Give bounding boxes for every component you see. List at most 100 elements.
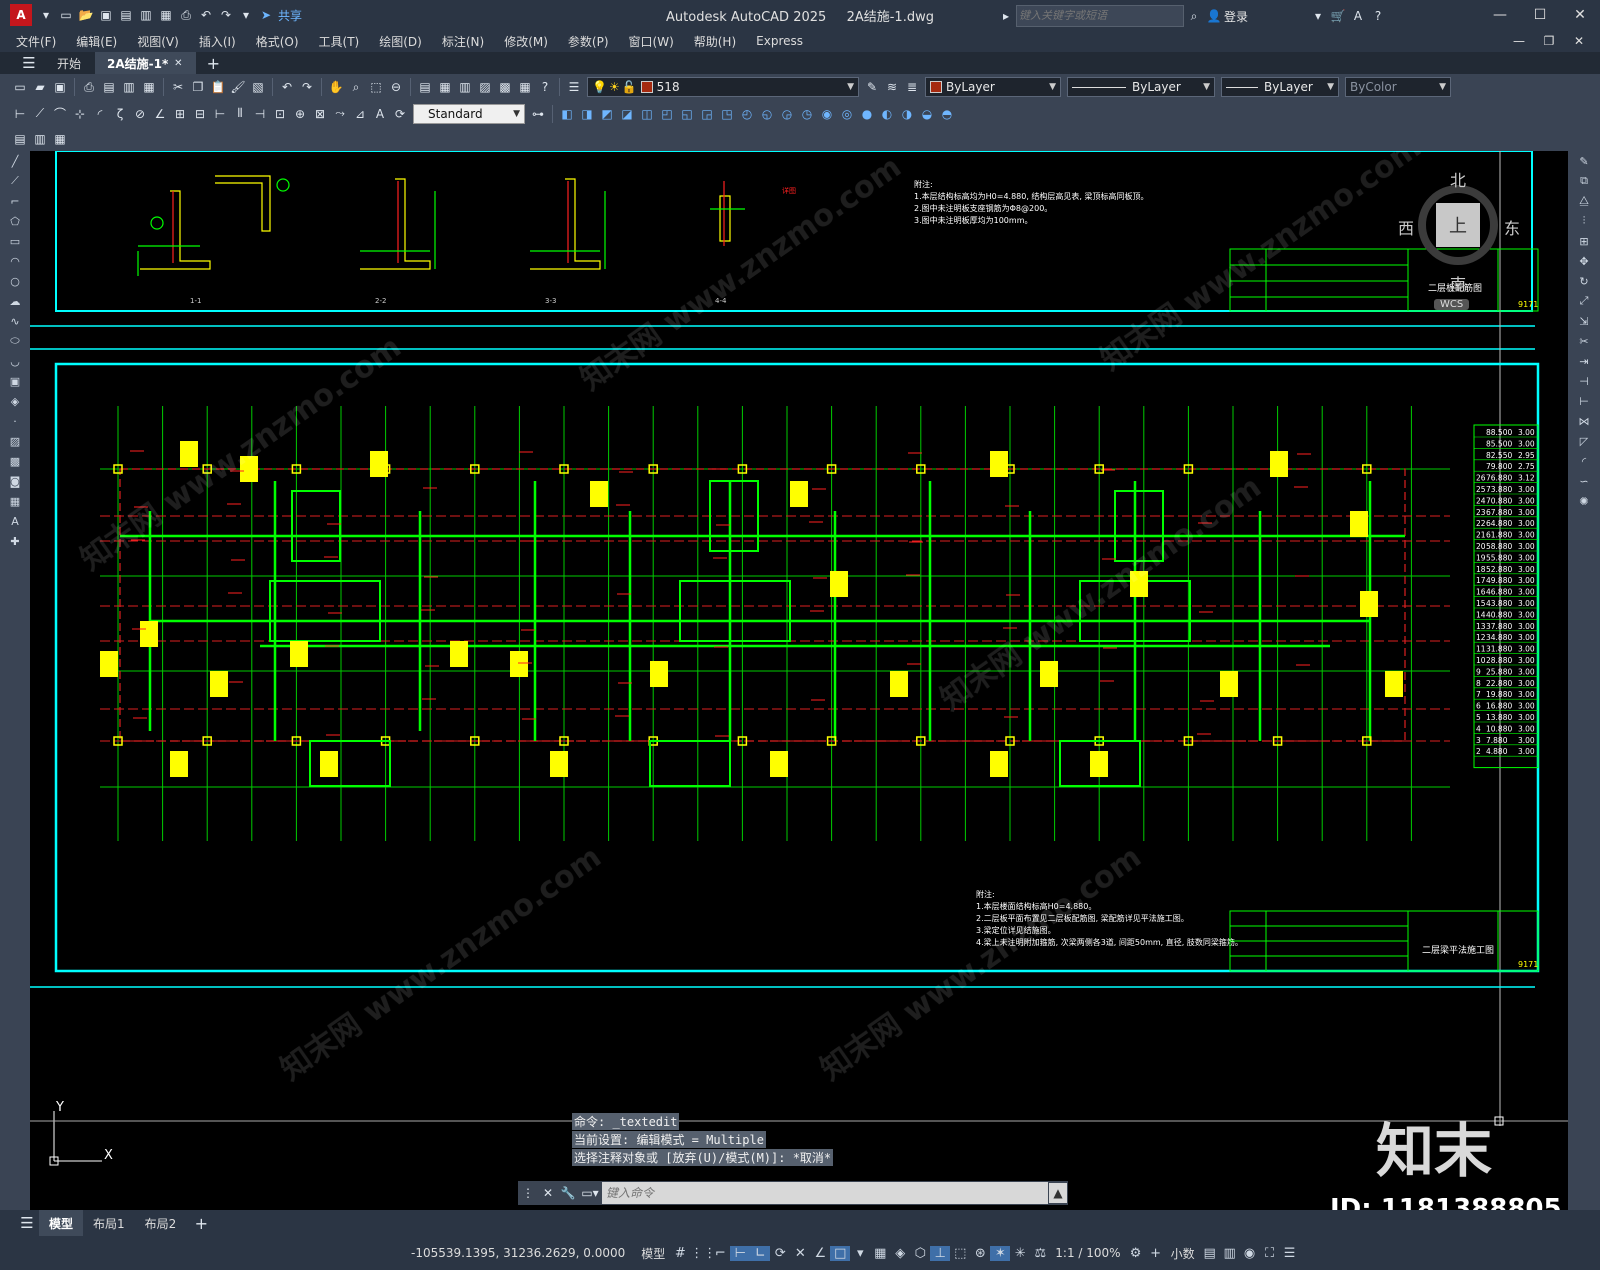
tab-close-icon[interactable]: ✕ (169, 54, 187, 72)
layer-states-icon[interactable]: ≣ (903, 78, 921, 96)
minimize-button[interactable]: — (1480, 7, 1520, 23)
new-file-icon[interactable]: ▭ (57, 6, 75, 24)
jogged-dim-icon[interactable]: ζ (111, 105, 129, 123)
print-icon[interactable]: ⎙ (177, 6, 195, 24)
search-icon[interactable]: ⌕ (1185, 7, 1203, 25)
tolerance-icon[interactable]: ⊡ (271, 105, 289, 123)
construction-line-icon[interactable]: ⟋ (6, 172, 24, 190)
zoom-previous-icon[interactable]: ⊖ (387, 78, 405, 96)
radius-dim-icon[interactable]: ◜ (91, 105, 109, 123)
redo-icon[interactable]: ↷ (217, 6, 235, 24)
menu-format[interactable]: 格式(O) (246, 33, 309, 50)
undo-tb-icon[interactable]: ↶ (278, 78, 296, 96)
tool-palettes-icon[interactable]: ▥ (456, 78, 474, 96)
snap-icon[interactable]: ⋮⋮ (690, 1246, 716, 1261)
layer-previous-icon[interactable]: ≋ (883, 78, 901, 96)
layout-tab-layout1[interactable]: 布局1 (83, 1210, 135, 1236)
rotate-icon[interactable]: ↻ (1575, 272, 1593, 290)
gizmo-icon[interactable]: ⊛ (970, 1246, 990, 1261)
make-block-icon[interactable]: ◈ (6, 392, 24, 410)
move-icon[interactable]: ✥ (1575, 252, 1593, 270)
layout-tab-layout2[interactable]: 布局2 (135, 1210, 187, 1236)
cut-icon[interactable]: ✂ (169, 78, 187, 96)
insert-block-icon[interactable]: ▣ (6, 372, 24, 390)
revolve-icon[interactable]: ◵ (758, 105, 776, 123)
markup-icon[interactable]: ▩ (496, 78, 514, 96)
annotation-scale-value[interactable]: 1:1 / 100% (1050, 1246, 1125, 1260)
selection-filter-icon[interactable]: ⬚ (950, 1246, 970, 1261)
menu-file[interactable]: 文件(F) (6, 33, 66, 50)
quick-dim-icon[interactable]: ⊞ (171, 105, 189, 123)
dropdown-icon[interactable]: ▾ (37, 6, 55, 24)
color-dropdown[interactable]: ByLayer ▼ (925, 77, 1061, 97)
layer-dropdown[interactable]: 💡 ☀ 🔓 518 ▼ (587, 77, 859, 97)
lock-ui-icon[interactable]: ▥ (1220, 1246, 1240, 1261)
doc-restore-button[interactable]: ❐ (1534, 34, 1564, 48)
explode-icon[interactable]: ✺ (1575, 492, 1593, 510)
polygon-icon[interactable]: ⬠ (6, 212, 24, 230)
intersect-icon[interactable]: ◳ (718, 105, 736, 123)
open-folder-icon[interactable]: 📂 (77, 6, 95, 24)
object-track-icon[interactable]: ∠ (810, 1246, 830, 1261)
open-icon[interactable]: ▰ (31, 78, 49, 96)
section-icon[interactable]: ◷ (798, 105, 816, 123)
stretch-icon[interactable]: ⇲ (1575, 312, 1593, 330)
menu-help[interactable]: 帮助(H) (684, 33, 746, 50)
sphere-icon[interactable]: ◨ (578, 105, 596, 123)
design-center-icon[interactable]: ▦ (436, 78, 454, 96)
add-selected-icon[interactable]: ✚ (6, 532, 24, 550)
add-layout-icon[interactable]: + (192, 1214, 210, 1233)
tab-active-document[interactable]: 2A结施-1* ✕ (95, 52, 197, 74)
doc-close-button[interactable]: ✕ (1564, 34, 1594, 48)
help-icon[interactable]: ? (1369, 7, 1387, 25)
union-icon[interactable]: ◱ (678, 105, 696, 123)
login-button[interactable]: 登录 (1224, 8, 1248, 25)
blend-icon[interactable]: ∽ (1575, 472, 1593, 490)
infer-icon[interactable]: ⌐ (710, 1246, 730, 1261)
center-mark-icon[interactable]: ⊕ (291, 105, 309, 123)
tab-start[interactable]: 开始 (43, 55, 95, 72)
presspull-icon[interactable]: ◐ (878, 105, 896, 123)
wrench-icon[interactable]: 🔧 (559, 1184, 577, 1202)
layout-menu-icon[interactable]: ☰ (16, 1214, 38, 1232)
share-icon[interactable]: ➤ (257, 6, 275, 24)
workspace-gear-icon[interactable]: ⚙ (1126, 1246, 1146, 1261)
lineweight-icon[interactable]: ▾ (850, 1246, 870, 1261)
annotation-scale-icon[interactable]: ⚖ (1030, 1246, 1050, 1261)
arc-length-icon[interactable]: ⌒ (51, 105, 69, 123)
mirror-icon[interactable]: ⧋ (1575, 192, 1593, 210)
break-at-point-icon[interactable]: ⊣ (1575, 372, 1593, 390)
publish-icon[interactable]: ▥ (120, 78, 138, 96)
isodraft-icon[interactable]: ✕ (790, 1246, 810, 1261)
app-button[interactable]: A (10, 4, 32, 26)
aligned-dim-icon[interactable]: ⟋ (31, 105, 49, 123)
scale-icon[interactable]: ⤢ (1575, 292, 1593, 310)
make-current-layer-icon[interactable]: ✎ (863, 78, 881, 96)
cylinder-icon[interactable]: ◩ (598, 105, 616, 123)
dynamic-input-icon[interactable]: ⊢ (730, 1245, 751, 1261)
close-cmd-icon[interactable]: ✕ (539, 1184, 557, 1202)
lineweight-dropdown[interactable]: ByLayer ▼ (1221, 77, 1339, 97)
extend-icon[interactable]: ⇥ (1575, 352, 1593, 370)
ellipse-arc-icon[interactable]: ◡ (6, 352, 24, 370)
save-tb-icon[interactable]: ▣ (51, 78, 69, 96)
web-save-icon[interactable]: ▦ (157, 6, 175, 24)
cmd-history-up-icon[interactable]: ▲ (1049, 1183, 1067, 1203)
hatch-icon[interactable]: ▨ (6, 432, 24, 450)
linear-dim-icon[interactable]: ⊢ (11, 105, 29, 123)
menu-window[interactable]: 窗口(W) (619, 33, 684, 50)
ellipse-icon[interactable]: ⬭ (6, 332, 24, 350)
plot-icon[interactable]: ⎙ (80, 78, 98, 96)
trim-icon[interactable]: ✂ (1575, 332, 1593, 350)
layer-manager-icon[interactable]: ☰ (565, 78, 583, 96)
clean-screen-icon[interactable]: ⛶ (1260, 1246, 1280, 1261)
box-icon[interactable]: ◧ (558, 105, 576, 123)
inspection-icon[interactable]: ⊠ (311, 105, 329, 123)
customization-icon[interactable]: ☰ (1280, 1246, 1300, 1261)
menu-edit[interactable]: 编辑(E) (66, 33, 127, 50)
shell-icon[interactable]: ◑ (898, 105, 916, 123)
properties-icon[interactable]: ▤ (416, 78, 434, 96)
viewcube-east[interactable]: 东 (1504, 215, 1520, 239)
workspace-icon[interactable]: ▤ (11, 130, 29, 148)
menu-parametric[interactable]: 参数(P) (558, 33, 619, 50)
